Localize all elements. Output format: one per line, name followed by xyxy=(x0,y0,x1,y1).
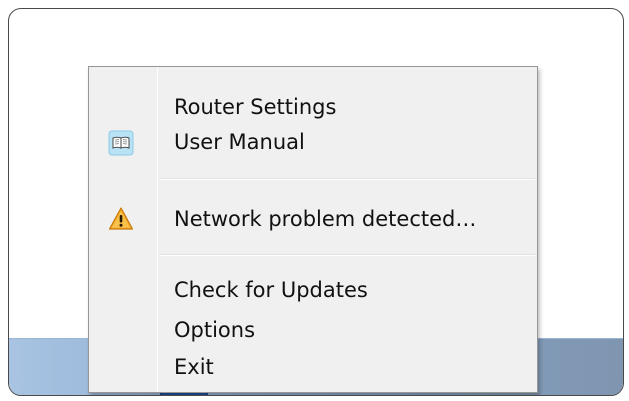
menu-item-router-settings[interactable]: Router Settings xyxy=(89,90,537,125)
menu-item-label: Options xyxy=(174,318,256,342)
menu-item-options[interactable]: Options xyxy=(89,313,537,348)
menu-separator xyxy=(159,178,535,180)
menu-item-label: User Manual xyxy=(174,130,305,154)
menu-separator xyxy=(159,254,535,256)
menu-item-exit[interactable]: Exit xyxy=(89,350,537,385)
warning-icon xyxy=(108,206,134,232)
menu-item-label: Router Settings xyxy=(174,95,337,119)
screenshot-frame: Router Settings User Manual Network prob… xyxy=(8,8,624,396)
context-menu: Router Settings User Manual Network prob… xyxy=(88,66,538,393)
menu-item-label: Network problem detected… xyxy=(174,207,477,231)
menu-item-user-manual[interactable]: User Manual xyxy=(89,125,537,160)
menu-item-network-problem[interactable]: Network problem detected… xyxy=(89,202,537,237)
menu-item-check-for-updates[interactable]: Check for Updates xyxy=(89,273,537,308)
menu-item-label: Check for Updates xyxy=(174,278,368,302)
book-icon xyxy=(108,130,134,156)
menu-item-label: Exit xyxy=(174,355,214,379)
